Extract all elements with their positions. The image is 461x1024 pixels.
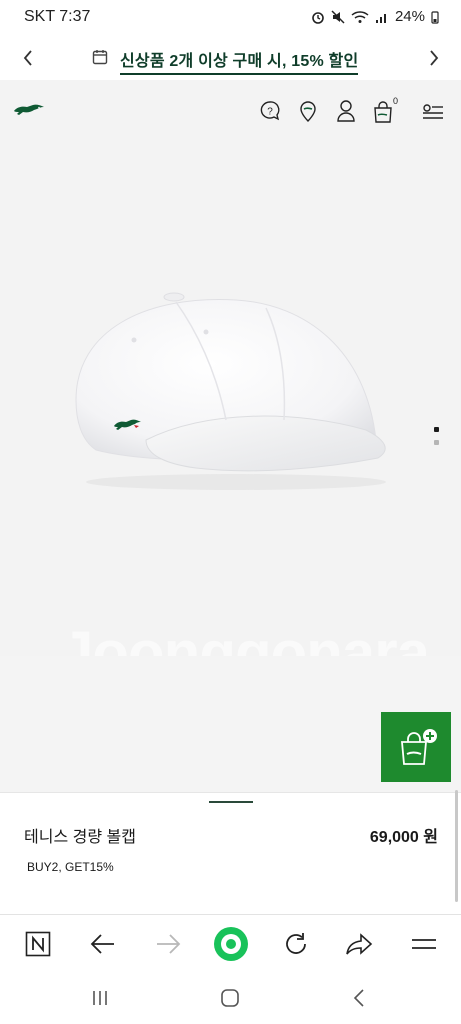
scrollbar[interactable] — [455, 790, 458, 902]
carousel-dot[interactable] — [434, 440, 439, 445]
location-icon[interactable] — [298, 99, 318, 123]
product-name: 테니스 경량 볼캡 — [24, 829, 136, 846]
green-dot-icon[interactable] — [213, 926, 249, 962]
back-icon[interactable] — [352, 988, 366, 1008]
back-arrow-icon[interactable] — [90, 932, 116, 956]
product-image[interactable]: Joonggonara — [0, 140, 461, 686]
account-icon[interactable] — [336, 99, 356, 123]
product-price: 69,000 원 — [369, 829, 438, 846]
carousel-dot-active[interactable] — [434, 427, 439, 432]
site-header: ? 0 — [0, 80, 461, 140]
recent-apps-icon[interactable] — [91, 989, 109, 1007]
home-icon[interactable] — [220, 988, 240, 1008]
status-icons: 24% — [311, 8, 439, 25]
status-time: SKT 7:37 — [24, 8, 91, 25]
system-nav-bar — [0, 972, 461, 1024]
white-cap-image — [75, 292, 386, 490]
mute-icon — [331, 9, 345, 24]
forward-arrow-icon[interactable] — [155, 932, 181, 956]
product-info-panel: 테니스 경량 볼캡 69,000 원 BUY2, GET15% — [0, 792, 461, 915]
add-bag-icon — [401, 729, 437, 765]
share-icon[interactable] — [345, 932, 373, 956]
battery-text: 24% — [394, 8, 425, 25]
signal-icon — [375, 13, 386, 23]
promo-text[interactable]: 신상품 2개 이상 구매 시, 15% 할인 — [120, 47, 359, 75]
chevron-right-icon[interactable] — [428, 49, 440, 67]
status-bar: SKT 7:37 24% — [0, 0, 461, 36]
svg-text:?: ? — [267, 107, 273, 118]
battery-icon — [431, 10, 439, 24]
calendar-icon — [92, 50, 108, 65]
menu-icon[interactable] — [422, 102, 444, 120]
wifi-icon — [351, 10, 369, 23]
browser-toolbar — [0, 914, 461, 973]
naver-home-icon[interactable] — [25, 931, 51, 957]
chevron-left-icon[interactable] — [22, 49, 34, 67]
alarm-icon — [312, 11, 324, 24]
help-icon[interactable]: ? — [259, 100, 281, 122]
add-to-bag-button[interactable] — [381, 712, 451, 782]
promo-bar: 신상품 2개 이상 구매 시, 15% 할인 — [0, 36, 461, 80]
more-menu-icon[interactable] — [411, 935, 437, 953]
lacoste-crocodile-logo[interactable] — [13, 102, 45, 118]
sheet-handle[interactable] — [209, 801, 253, 803]
product-promo: BUY2, GET15% — [27, 860, 114, 874]
bag-count: 0 — [393, 96, 399, 106]
refresh-icon[interactable] — [283, 931, 309, 957]
